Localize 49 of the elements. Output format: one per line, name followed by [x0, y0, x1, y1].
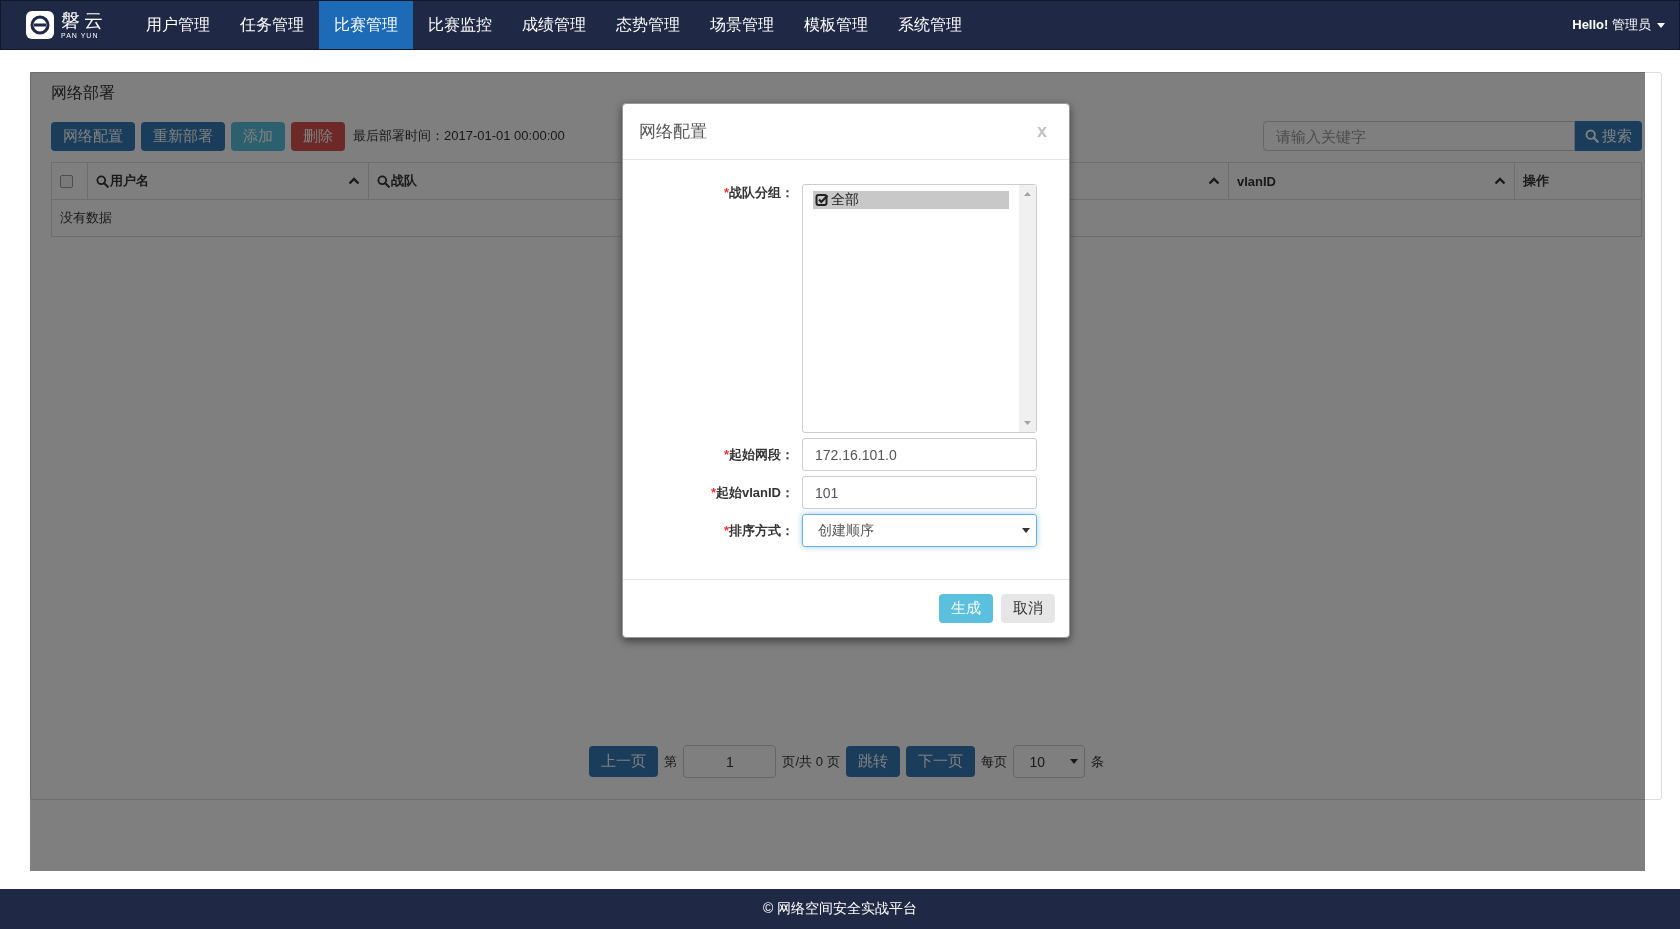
last-deploy-time: 最后部署时间：2017-01-01 00:00:00 — [353, 127, 565, 145]
panel-title: 网络部署 — [51, 84, 115, 101]
search-icon — [96, 174, 109, 188]
caret-icon — [1069, 759, 1078, 764]
search-icon — [377, 174, 390, 188]
nav-item[interactable]: 任务管理 — [225, 1, 319, 49]
sort-icon[interactable] — [348, 177, 360, 185]
logo-icon — [25, 10, 55, 40]
checked-icon — [815, 193, 829, 207]
caret-icon — [1657, 22, 1665, 28]
user-menu[interactable]: Hello! 管理员 — [1558, 1, 1679, 49]
page-field[interactable]: 1 — [683, 745, 777, 778]
nav-item[interactable]: 比赛监控 — [413, 1, 507, 49]
modal-title: 网络配置 — [639, 121, 707, 143]
field-label: *排序方式： — [722, 522, 794, 540]
nav-item[interactable]: 模板管理 — [789, 1, 883, 49]
column-header: 操作 — [1523, 172, 1549, 190]
nav-item[interactable]: 用户管理 — [131, 1, 225, 49]
caret-icon — [1022, 528, 1030, 533]
modal-button[interactable]: 取消 — [1001, 594, 1055, 623]
sort-icon[interactable] — [1494, 177, 1506, 185]
nav-item[interactable]: 比赛管理 — [319, 1, 413, 49]
search-icon — [1585, 129, 1599, 143]
sort-icon[interactable] — [1208, 177, 1220, 185]
nav-item[interactable]: 成绩管理 — [507, 1, 601, 49]
select-field[interactable]: 创建顺序 — [802, 514, 1037, 547]
text-field[interactable]: 172.16.101.0 — [802, 438, 1037, 471]
column-header: vlanID — [1237, 173, 1276, 189]
logo-name: 磐云 — [61, 11, 107, 30]
field-label: *起始vlanID： — [709, 484, 794, 502]
scrollbar[interactable] — [1019, 185, 1036, 432]
per-page-select[interactable]: 10 — [1012, 745, 1085, 778]
field-label: *战队分组： — [722, 184, 794, 202]
column-header: 用户名 — [96, 172, 149, 190]
nav-item[interactable]: 态势管理 — [601, 1, 695, 49]
nav-item[interactable]: 场景管理 — [695, 1, 789, 49]
pager-text: 第 — [664, 752, 678, 771]
column-header: 战队 — [377, 172, 417, 190]
checkbox[interactable] — [60, 174, 73, 188]
pager-text: 条 — [1090, 752, 1104, 771]
field-label: *起始网段： — [722, 446, 794, 464]
pager-text: 页/共 0 页 — [782, 752, 840, 771]
pager-text: 每页 — [980, 752, 1007, 771]
text-field[interactable]: 101 — [802, 476, 1037, 509]
footer-text: © 网络空间安全实战平台 — [0, 889, 1680, 929]
list-box[interactable]: 全部 — [802, 184, 1037, 433]
empty-message: 没有数据 — [60, 209, 112, 227]
list-option[interactable]: 全部 — [813, 191, 1009, 209]
nav-item[interactable]: 系统管理 — [883, 1, 977, 49]
